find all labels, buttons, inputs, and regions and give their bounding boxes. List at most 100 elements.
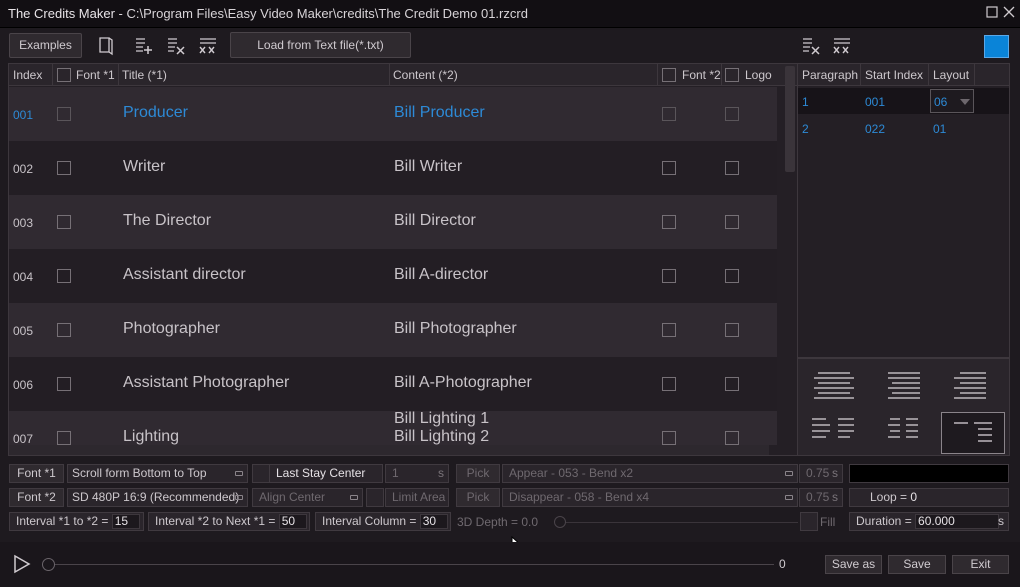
font2-all-checkbox[interactable]: [662, 68, 676, 82]
appear-time-field[interactable]: 0.75 s: [799, 464, 843, 483]
logo-all-checkbox[interactable]: [725, 68, 739, 82]
paragraph-row[interactable]: 2 022 01: [798, 115, 1009, 141]
font1-checkbox[interactable]: [57, 107, 71, 121]
interval1-field[interactable]: Interval *1 to *2 = 15: [9, 512, 144, 531]
delete-all-paragraphs-icon[interactable]: [831, 34, 853, 56]
duration-field[interactable]: Duration = 60.000 s: [849, 512, 1009, 531]
horizontal-scrollbar[interactable]: [9, 445, 769, 455]
row-title[interactable]: Assistant Photographer: [123, 374, 289, 392]
row-title[interactable]: Photographer: [123, 320, 220, 338]
table-row[interactable]: 003 The Director Bill Director: [9, 195, 777, 249]
depth-slider-track[interactable]: [560, 522, 798, 523]
delete-row-icon[interactable]: [165, 34, 187, 56]
layout-right-icon[interactable]: [946, 365, 994, 405]
timeline-thumb[interactable]: [42, 558, 55, 571]
delete-paragraph-icon[interactable]: [800, 34, 822, 56]
exit-button[interactable]: Exit: [952, 555, 1009, 574]
logo-checkbox[interactable]: [725, 431, 739, 445]
font1-button[interactable]: Font *1: [9, 464, 64, 483]
font1-checkbox[interactable]: [57, 431, 71, 445]
interval2-field[interactable]: Interval *2 to Next *1 = 50: [148, 512, 310, 531]
table-row[interactable]: 002 Writer Bill Writer: [9, 141, 777, 195]
layout-two-column-icon[interactable]: [810, 411, 858, 451]
scroll-mode-select[interactable]: Scroll form Bottom to Top: [67, 464, 248, 483]
timeline-track[interactable]: [48, 564, 774, 565]
pick-appear-button[interactable]: Pick: [456, 464, 500, 483]
row-content[interactable]: Bill Lighting 1: [394, 410, 489, 428]
table-row[interactable]: 005 Photographer Bill Photographer: [9, 303, 777, 357]
resolution-select[interactable]: SD 480P 16:9 (Recommended): [67, 488, 248, 507]
loop-value[interactable]: 0: [910, 490, 917, 504]
row-content[interactable]: Bill A-director: [394, 266, 488, 284]
row-content[interactable]: Bill A-Photographer: [394, 374, 532, 392]
depth-slider-thumb[interactable]: [554, 516, 566, 528]
font1-all-checkbox[interactable]: [57, 68, 71, 82]
font2-checkbox[interactable]: [662, 107, 676, 121]
preview-color-bar[interactable]: [849, 464, 1009, 483]
background-color-swatch[interactable]: [984, 35, 1009, 58]
row-content[interactable]: Bill Director: [394, 212, 476, 230]
duration-input[interactable]: 60.000: [915, 514, 1000, 529]
table-row[interactable]: 001 Producer Bill Producer: [9, 87, 777, 141]
logo-checkbox[interactable]: [725, 323, 739, 337]
logo-checkbox[interactable]: [725, 107, 739, 121]
font2-checkbox[interactable]: [662, 377, 676, 391]
table-row[interactable]: 006 Assistant Photographer Bill A-Photog…: [9, 357, 777, 411]
play-icon[interactable]: [12, 554, 32, 574]
stay-time-field[interactable]: 1s: [385, 464, 449, 483]
row-title[interactable]: Assistant director: [123, 266, 246, 284]
color-box[interactable]: [252, 464, 270, 483]
delete-all-rows-icon[interactable]: [197, 34, 219, 56]
row-content[interactable]: Bill Producer: [394, 104, 485, 122]
add-row-icon[interactable]: [133, 34, 155, 56]
paragraph-row[interactable]: 1 001 06: [798, 88, 1009, 114]
save-as-button[interactable]: Save as: [825, 555, 882, 574]
font1-checkbox[interactable]: [57, 215, 71, 229]
logo-checkbox[interactable]: [725, 269, 739, 283]
logo-checkbox[interactable]: [725, 215, 739, 229]
font1-checkbox[interactable]: [57, 269, 71, 283]
font2-checkbox[interactable]: [662, 161, 676, 175]
row-content[interactable]: Bill Writer: [394, 158, 462, 176]
font2-checkbox[interactable]: [662, 215, 676, 229]
fill-checkbox[interactable]: [800, 512, 818, 531]
font2-checkbox[interactable]: [662, 323, 676, 337]
font2-button[interactable]: Font *2: [9, 488, 64, 507]
row-content-line2[interactable]: Bill Lighting 2: [394, 428, 489, 445]
layout-centered-icon[interactable]: [810, 365, 858, 405]
row-title[interactable]: Lighting: [123, 428, 179, 445]
save-button[interactable]: Save: [888, 555, 946, 574]
interval-column-field[interactable]: Interval Column = 30: [315, 512, 451, 531]
maximize-icon[interactable]: [984, 5, 1000, 21]
load-text-file-button[interactable]: Load from Text file(*.txt): [230, 32, 411, 58]
font1-checkbox[interactable]: [57, 323, 71, 337]
examples-button[interactable]: Examples: [9, 33, 82, 58]
last-stay-button[interactable]: Last Stay Center: [269, 464, 383, 483]
appear-effect-select[interactable]: Appear - 053 - Bend x2: [502, 464, 798, 483]
disappear-effect-select[interactable]: Disappear - 058 - Bend x4: [502, 488, 798, 507]
font1-checkbox[interactable]: [57, 377, 71, 391]
font1-checkbox[interactable]: [57, 161, 71, 175]
layout-select[interactable]: 06: [930, 89, 974, 113]
table-row[interactable]: 004 Assistant director Bill A-director: [9, 249, 777, 303]
row-title[interactable]: Producer: [123, 104, 188, 122]
book-icon[interactable]: [95, 34, 117, 56]
logo-checkbox[interactable]: [725, 161, 739, 175]
loop-field[interactable]: Loop = 0: [849, 488, 1009, 507]
row-title[interactable]: The Director: [123, 212, 211, 230]
interval2-input[interactable]: 50: [278, 514, 307, 529]
row-content[interactable]: Bill Photographer: [394, 320, 517, 338]
pick-disappear-button[interactable]: Pick: [456, 488, 500, 507]
align-select[interactable]: Align Center: [252, 488, 363, 507]
limit-area-checkbox[interactable]: [366, 488, 384, 507]
layout-selected[interactable]: [941, 412, 1005, 454]
font2-checkbox[interactable]: [662, 269, 676, 283]
table-row[interactable]: 007 Lighting Bill Lighting 1 Bill Lighti…: [9, 410, 777, 445]
vertical-scrollbar[interactable]: [785, 66, 795, 172]
disappear-time-field[interactable]: 0.75 s: [799, 488, 843, 507]
layout-left-icon[interactable]: [880, 365, 928, 405]
layout-split-icon[interactable]: [880, 411, 928, 451]
interval-column-input[interactable]: 30: [419, 514, 448, 529]
font2-checkbox[interactable]: [662, 431, 676, 445]
interval1-input[interactable]: 15: [111, 514, 140, 529]
